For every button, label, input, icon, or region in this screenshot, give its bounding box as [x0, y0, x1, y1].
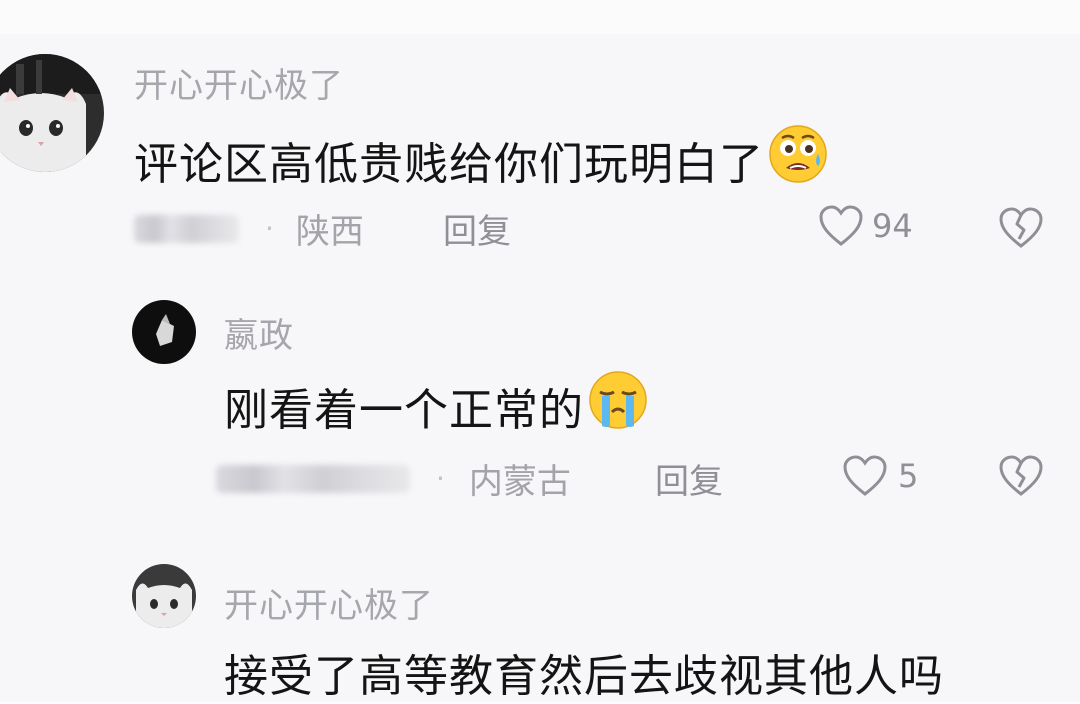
broken-heart-icon	[999, 455, 1043, 496]
reply-text-body: 接受了高等教育然后去歧视其他人吗	[224, 651, 944, 702]
reply-item: 开心开心极了 接受了高等教育然后去歧视其他人吗	[0, 540, 1080, 702]
meta-separator: ·	[436, 462, 445, 495]
reply-button[interactable]: 回复	[655, 454, 723, 503]
like-count: 94	[872, 207, 913, 245]
crying-emoji-icon	[588, 370, 648, 441]
dark-avatar-icon	[132, 300, 196, 364]
reply-item: 嬴政 刚看着一个正常的 · 内蒙古 回复 5	[0, 270, 1080, 510]
reply-meta: · 内蒙古	[216, 454, 571, 503]
reply-username[interactable]: 开心开心极了	[224, 578, 434, 627]
reply-button[interactable]: 回复	[443, 204, 511, 253]
reply-text-body: 刚看着一个正常的	[224, 384, 584, 436]
blurred-timestamp	[134, 214, 239, 243]
cat-avatar-icon	[0, 54, 104, 172]
avatar[interactable]	[0, 54, 104, 172]
avatar[interactable]	[132, 300, 196, 364]
dislike-button[interactable]	[998, 454, 1044, 502]
reply-text: 接受了高等教育然后去歧视其他人吗	[224, 640, 944, 704]
reply-location: 内蒙古	[468, 462, 571, 502]
comment-text-body: 评论区高低贵贱给你们玩明白了	[134, 138, 764, 190]
comment-item: 开心开心极了 评论区高低贵贱给你们玩明白了 · 陕西 回复 94	[0, 0, 1080, 270]
heart-icon	[843, 455, 887, 496]
comment-username[interactable]: 开心开心极了	[134, 58, 344, 107]
cat-avatar-icon	[132, 564, 196, 628]
comment-section: 开心开心极了 评论区高低贵贱给你们玩明白了 · 陕西 回复 94 嬴政 刚看着一…	[0, 0, 1080, 702]
shocked-crying-emoji-icon	[768, 124, 828, 195]
reply-username[interactable]: 嬴政	[224, 308, 294, 357]
comment-meta: · 陕西	[134, 204, 364, 253]
dislike-button[interactable]	[998, 206, 1044, 254]
like-button[interactable]: 94	[818, 204, 913, 248]
meta-separator: ·	[265, 212, 274, 245]
comment-text: 评论区高低贵贱给你们玩明白了	[134, 124, 828, 195]
blurred-timestamp	[216, 464, 410, 493]
comment-location: 陕西	[295, 212, 364, 252]
broken-heart-icon	[999, 207, 1043, 248]
reply-text: 刚看着一个正常的	[224, 370, 648, 441]
avatar[interactable]	[132, 564, 196, 628]
like-count: 5	[898, 457, 919, 495]
like-button[interactable]: 5	[842, 454, 918, 498]
heart-icon	[819, 205, 863, 246]
